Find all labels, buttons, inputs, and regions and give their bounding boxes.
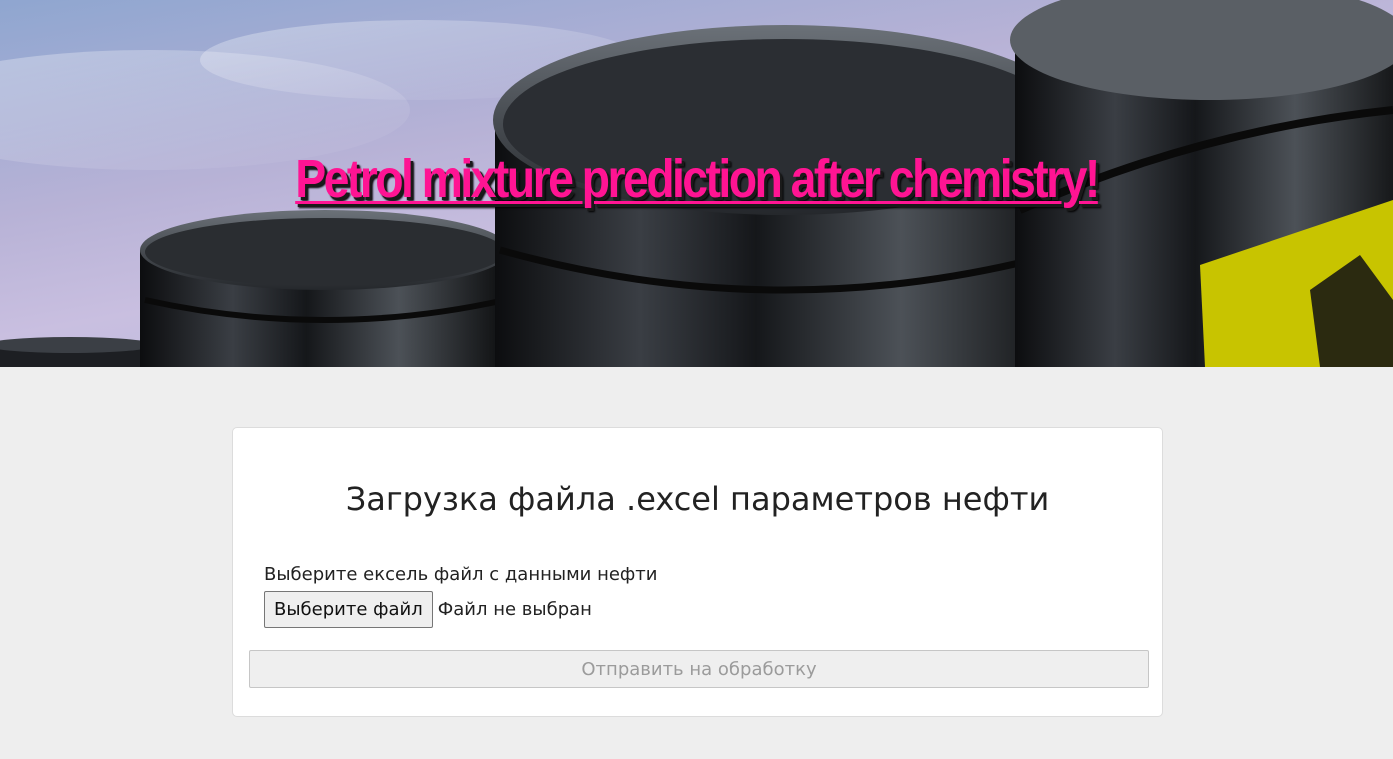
upload-heading: Загрузка файла .excel параметров нефти [345, 480, 1050, 518]
page-title: Petrol mixture prediction after chemistr… [295, 149, 1100, 209]
file-field-label: Выберите ексель файл с данными нефти [264, 564, 658, 585]
submit-button[interactable]: Отправить на обработку [249, 650, 1149, 688]
file-status-text: Файл не выбран [437, 599, 592, 620]
choose-file-button[interactable]: Выберите файл [264, 591, 433, 628]
hero-banner: Petrol mixture prediction after chemistr… [0, 0, 1393, 367]
file-input[interactable]: Выберите файл Файл не выбран [264, 591, 592, 628]
upload-card: Загрузка файла .excel параметров нефти В… [232, 427, 1163, 717]
